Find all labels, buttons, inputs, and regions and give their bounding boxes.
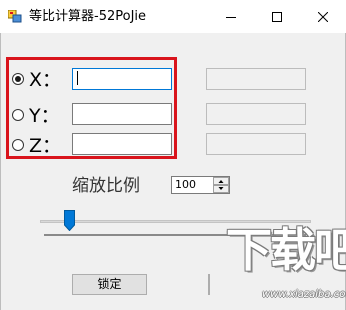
scale-label: 缩放比例 bbox=[72, 176, 140, 196]
close-button[interactable] bbox=[300, 0, 346, 33]
maximize-button[interactable] bbox=[254, 0, 300, 33]
window-title: 等比计算器-52PoJie bbox=[29, 9, 147, 24]
radio-z[interactable] bbox=[12, 139, 24, 151]
spin-down-button[interactable] bbox=[213, 185, 229, 193]
spin-up-button[interactable] bbox=[213, 177, 229, 185]
watermark-url: www.xiazaiba.com bbox=[262, 289, 346, 300]
radio-x-label[interactable]: X： bbox=[29, 69, 61, 91]
arrow-up-icon bbox=[218, 180, 224, 183]
scale-value: 100 bbox=[175, 178, 196, 191]
radio-y[interactable] bbox=[12, 109, 24, 121]
text-caret bbox=[77, 71, 78, 85]
y-input[interactable] bbox=[72, 103, 172, 125]
radio-z-label[interactable]: Z： bbox=[29, 135, 61, 157]
minimize-button[interactable] bbox=[208, 0, 254, 33]
button-edge[interactable] bbox=[208, 274, 210, 295]
radio-x[interactable] bbox=[12, 73, 24, 85]
watermark-logo: 下载吧 bbox=[226, 223, 346, 277]
z-input[interactable] bbox=[72, 133, 172, 155]
radio-y-label[interactable]: Y： bbox=[29, 105, 60, 127]
window-border-left bbox=[0, 33, 1, 310]
lock-button[interactable]: 锁定 bbox=[72, 274, 147, 295]
slider-thumb[interactable] bbox=[64, 210, 76, 231]
arrow-down-icon bbox=[218, 187, 224, 190]
x-result-field bbox=[206, 68, 306, 90]
z-result-field bbox=[206, 133, 306, 155]
scale-spinner[interactable] bbox=[213, 177, 229, 193]
minimize-icon bbox=[226, 16, 236, 18]
close-icon bbox=[318, 11, 328, 22]
maximize-icon bbox=[272, 11, 282, 22]
app-icon bbox=[8, 10, 22, 23]
x-input[interactable] bbox=[72, 68, 172, 90]
y-result-field bbox=[206, 103, 306, 125]
